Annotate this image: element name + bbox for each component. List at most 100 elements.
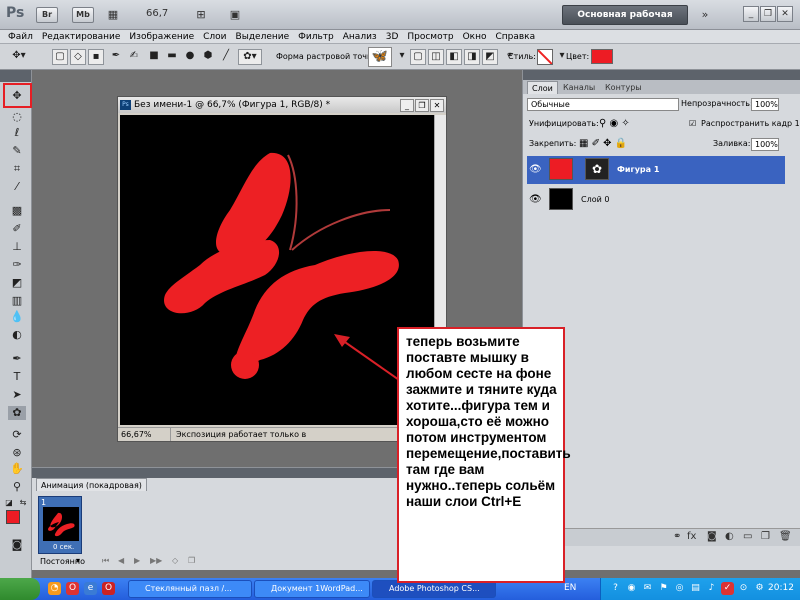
task-wordpad[interactable]: Документ 1WordPad...	[254, 580, 370, 598]
menu-image[interactable]: Изображение	[129, 32, 194, 42]
tab-layers[interactable]: Слои	[527, 81, 558, 94]
loop-dropdown-icon[interactable]: ▾	[76, 556, 80, 565]
task-glass-puzzle[interactable]: Стеклянный пазл /...	[128, 580, 252, 598]
arrange-documents-icon[interactable]: ⊞	[192, 8, 210, 22]
tray-icon-5[interactable]: ◎	[673, 582, 686, 595]
link-layers-icon[interactable]: ⚭	[673, 531, 681, 542]
document-zoom-field[interactable]: 66,67%	[121, 428, 171, 441]
polygon-shape-icon[interactable]: ⬢	[200, 49, 216, 65]
eyedropper-tool-icon[interactable]: ⁄	[8, 180, 26, 194]
pen-tool-icon[interactable]: ✒	[8, 352, 26, 366]
brush-tool-icon[interactable]: ✐	[8, 222, 26, 236]
3d-rotate-tool-icon[interactable]: ⟳	[8, 428, 26, 442]
add-to-shape-icon[interactable]: ◫	[428, 49, 444, 65]
zoom-tool-icon[interactable]: ⚲	[8, 480, 26, 494]
clone-stamp-tool-icon[interactable]: ⊥	[8, 240, 26, 254]
eraser-tool-icon[interactable]: ◩	[8, 276, 26, 290]
tool-preset-picker-icon[interactable]: ✥▾	[6, 49, 32, 65]
rounded-rectangle-icon[interactable]: ▬	[164, 49, 180, 65]
tray-network-icon[interactable]: ▤	[689, 582, 702, 595]
previous-frame-icon[interactable]: ◀	[118, 556, 124, 565]
play-icon[interactable]: ▶	[134, 556, 140, 565]
blur-tool-icon[interactable]: 💧	[8, 310, 26, 324]
bridge-button[interactable]: Br	[36, 7, 58, 23]
close-icon[interactable]: ✕	[777, 6, 793, 22]
type-tool-icon[interactable]: T	[8, 370, 26, 384]
default-colors-icon[interactable]: ◪	[4, 496, 14, 510]
quick-selection-tool-icon[interactable]: ✎	[8, 144, 26, 158]
propagate-checkbox[interactable]: ☑	[689, 114, 696, 134]
tween-icon[interactable]: ◇	[172, 556, 178, 565]
lasso-tool-icon[interactable]: ℓ	[8, 126, 26, 140]
right-panel-header[interactable]	[523, 70, 800, 80]
blend-mode-select[interactable]: Обычные	[527, 98, 679, 111]
tray-help-icon[interactable]: ?	[609, 582, 622, 595]
doc-restore-icon[interactable]: ❐	[415, 99, 429, 112]
path-selection-tool-icon[interactable]: ➤	[8, 388, 26, 402]
quicklaunch-icon-4[interactable]: O	[102, 582, 115, 595]
ellipse-shape-icon[interactable]: ●	[182, 49, 198, 65]
language-indicator[interactable]: EN	[564, 583, 576, 593]
quicklaunch-icon-1[interactable]: ◔	[48, 582, 61, 595]
butterfly-shape-picker[interactable]: 🦋	[368, 47, 392, 67]
layer-row-background[interactable]: 👁 Слой 0	[527, 186, 785, 214]
healing-brush-tool-icon[interactable]: ▩	[8, 204, 26, 218]
menu-view[interactable]: Просмотр	[407, 32, 453, 42]
paths-mode-icon[interactable]: ◇	[70, 49, 86, 65]
tray-icon-10[interactable]: ⚙	[753, 582, 766, 595]
subtract-shape-icon[interactable]: ◧	[446, 49, 462, 65]
menu-window[interactable]: Окно	[463, 32, 487, 42]
clock[interactable]: 20:12	[768, 583, 794, 593]
history-brush-tool-icon[interactable]: ✑	[8, 258, 26, 272]
start-button[interactable]	[0, 578, 40, 600]
marquee-tool-icon[interactable]: ◌	[8, 110, 26, 124]
zoom-level-readout[interactable]: 66,7	[146, 8, 168, 19]
freeform-pen-icon[interactable]: ✍	[126, 49, 142, 65]
frame-delay[interactable]: 0 сек.	[53, 543, 74, 551]
adjustment-layer-icon[interactable]: ◐	[725, 531, 734, 542]
menu-select[interactable]: Выделение	[236, 32, 290, 42]
tab-animation[interactable]: Анимация (покадровая)	[36, 478, 147, 491]
foreground-color-swatch[interactable]	[6, 510, 20, 524]
doc-minimize-icon[interactable]: _	[400, 99, 414, 112]
tray-icon-3[interactable]: ✉	[641, 582, 654, 595]
tray-volume-icon[interactable]: ♪	[705, 582, 718, 595]
line-shape-icon[interactable]: ╱	[218, 49, 234, 65]
doc-close-icon[interactable]: ✕	[430, 99, 444, 112]
minimize-icon[interactable]: _	[743, 6, 759, 22]
custom-shape-icon[interactable]: ✿▾	[238, 49, 262, 65]
fill-pixels-mode-icon[interactable]: ▪	[88, 49, 104, 65]
custom-shape-tool-icon[interactable]: ✿	[8, 406, 26, 420]
menu-analysis[interactable]: Анализ	[343, 32, 377, 42]
new-group-icon[interactable]: ▭	[743, 531, 752, 542]
gradient-tool-icon[interactable]: ▥	[8, 294, 26, 308]
menu-edit[interactable]: Редактирование	[42, 32, 121, 42]
workspace-more-icon[interactable]: »	[696, 8, 714, 22]
shape-picker-arrow-icon[interactable]: ▾	[394, 49, 410, 65]
unify-icons[interactable]: ⚲ ◉ ✧	[599, 114, 630, 134]
animation-frame[interactable]: 1 0 сек.	[38, 496, 82, 554]
view-extras-icon[interactable]: ▦	[104, 8, 122, 22]
tray-antivirus-icon[interactable]: ✓	[721, 582, 734, 595]
tools-panel-header[interactable]	[0, 70, 31, 82]
tray-icon-4[interactable]: ⚑	[657, 582, 670, 595]
color-swatch[interactable]	[591, 49, 613, 64]
tray-icon-9[interactable]: ⊙	[737, 582, 750, 595]
dodge-tool-icon[interactable]: ◐	[8, 328, 26, 342]
3d-orbit-tool-icon[interactable]: ⊛	[8, 446, 26, 460]
crop-tool-icon[interactable]: ⌗	[8, 162, 26, 176]
exclude-shape-icon[interactable]: ◩	[482, 49, 498, 65]
fx-icon[interactable]: fx	[687, 531, 696, 542]
document-info-text[interactable]: Экспозиция работает только в ...	[176, 428, 308, 441]
workspace-switcher-button[interactable]: Основная рабочая среда	[562, 5, 688, 38]
duplicate-frame-icon[interactable]: ❐	[188, 556, 195, 565]
first-frame-icon[interactable]: ⏮	[102, 556, 109, 566]
move-tool-icon[interactable]: ✥	[8, 89, 26, 103]
style-swatch[interactable]	[537, 49, 553, 65]
pen-tool-icon[interactable]: ✒	[108, 49, 124, 65]
opera-icon[interactable]: O	[66, 582, 79, 595]
lock-icons[interactable]: ▦ ✐ ✥ 🔒	[579, 134, 627, 154]
rectangle-shape-icon[interactable]: ■	[146, 49, 162, 65]
new-layer-icon[interactable]: ❐	[761, 531, 770, 542]
add-mask-icon[interactable]: ◙	[707, 531, 717, 542]
